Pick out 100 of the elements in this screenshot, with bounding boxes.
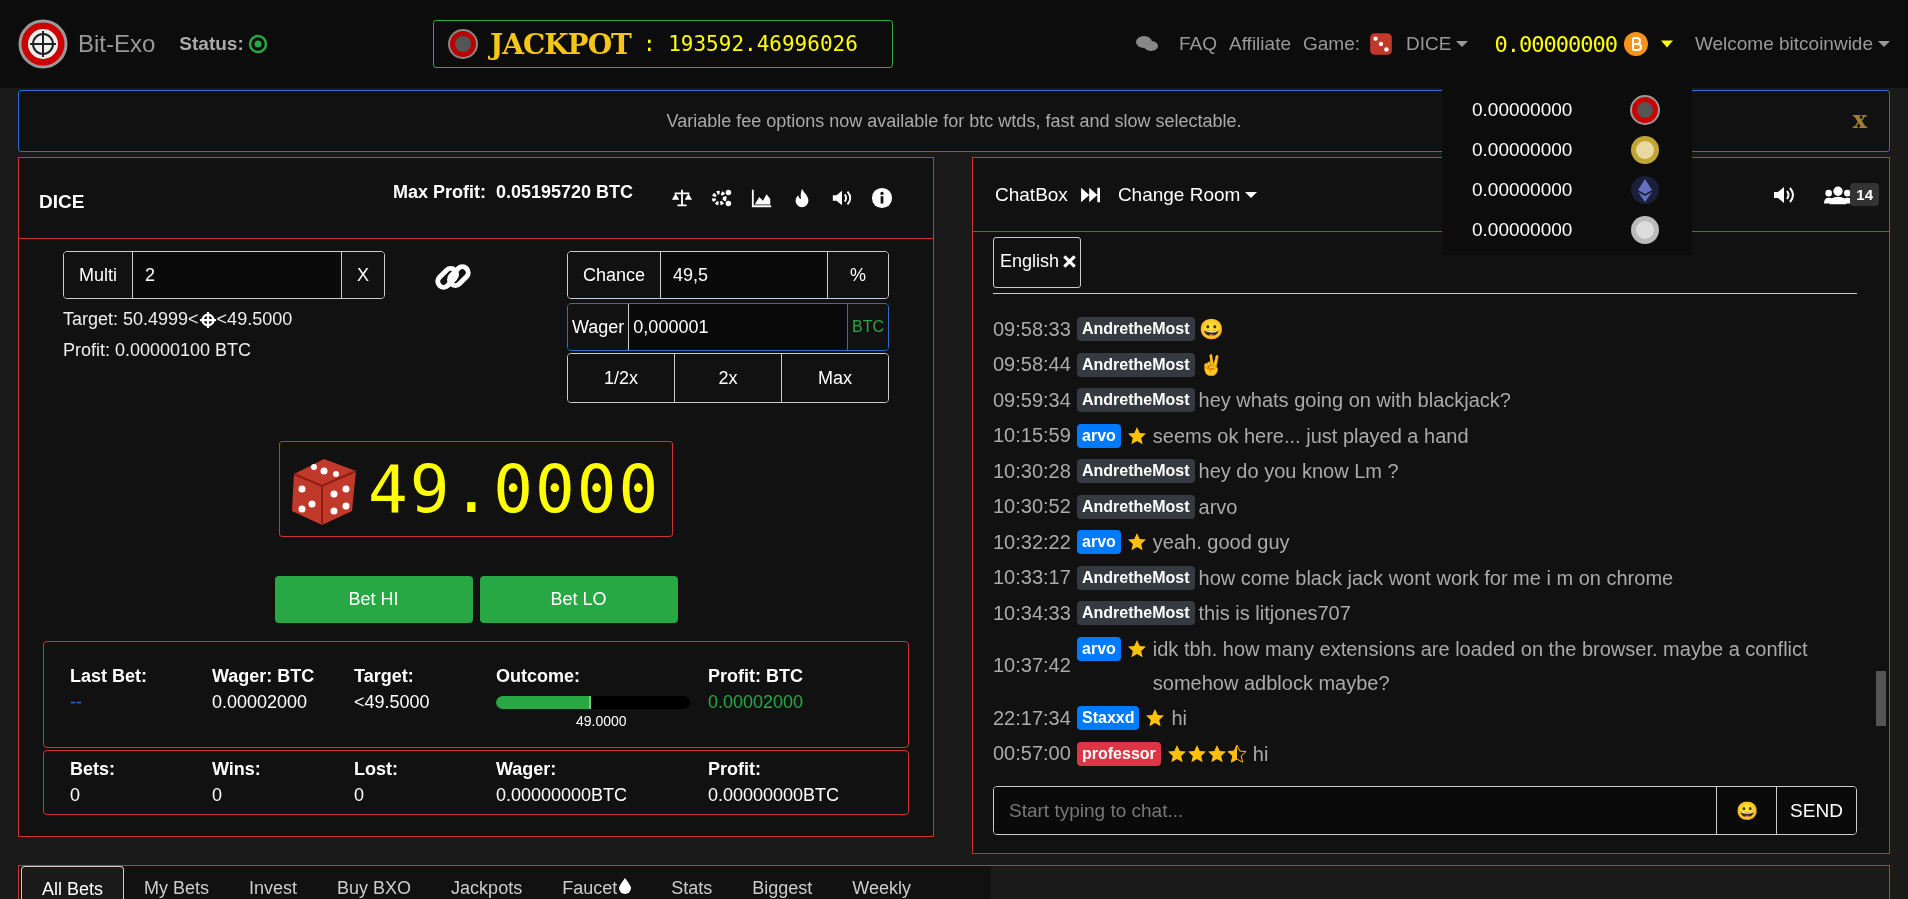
room-dropdown[interactable]: Change Room <box>1117 183 1258 206</box>
tab[interactable]: My Bets <box>124 866 230 899</box>
scale-icon[interactable] <box>671 187 693 209</box>
scrollbar-thumb[interactable] <box>1876 671 1886 726</box>
caret-icon[interactable] <box>1660 40 1673 48</box>
max-profit-value: 0.05195720 BTC <box>495 181 633 203</box>
outcome-value: 49.0000 <box>576 713 628 729</box>
target-text: Target: 50.4999< <49.5000 <box>63 309 294 330</box>
chat-icon[interactable] <box>1135 34 1159 54</box>
wager-field[interactable]: Wager 0,000001 BTC <box>567 303 889 351</box>
status-label: Status: <box>179 33 244 55</box>
close-icon[interactable] <box>1063 255 1077 268</box>
crosshair-icon <box>198 310 217 329</box>
message-text: how come black jack wont work for me i m on chrome <box>1198 565 1675 591</box>
drop-icon <box>619 878 632 894</box>
tab[interactable]: Faucet <box>542 866 652 899</box>
language-tag[interactable]: English <box>993 237 1082 288</box>
message-text: ✌ <box>1198 352 1225 378</box>
message-time: 09:58:33 <box>993 317 1072 341</box>
settings-icon[interactable] <box>711 187 733 209</box>
balance-amount: 0.00000000 <box>1494 31 1617 57</box>
faq-link[interactable]: FAQ <box>1179 33 1217 55</box>
stat-value: 0.00002000 <box>708 692 805 713</box>
message-time: 10:33:17 <box>993 566 1072 589</box>
field-label: Chance <box>568 252 662 298</box>
game-label: Game: <box>1303 33 1360 55</box>
user-tag[interactable]: AndretheMost <box>1077 388 1195 412</box>
fast-forward-icon[interactable] <box>1079 185 1102 204</box>
send-button[interactable]: SEND <box>1776 787 1856 834</box>
stat-label: Target: <box>354 666 415 687</box>
affiliate-link[interactable]: Affiliate <box>1229 33 1291 55</box>
user-tag[interactable]: AndretheMost <box>1077 565 1195 590</box>
chart-icon[interactable] <box>751 187 773 209</box>
balance-value[interactable]: 0.00000000 <box>1472 219 1573 241</box>
online-count: 14 <box>1850 183 1879 206</box>
stat-label: Wager: BTC <box>212 666 316 687</box>
tab[interactable]: All Bets <box>21 866 125 899</box>
bet-link[interactable]: -- <box>70 692 212 713</box>
message-time: 00:57:00 <box>993 742 1072 765</box>
user-tag[interactable]: Staxxd <box>1077 706 1140 730</box>
user-tag[interactable]: AndretheMost <box>1077 494 1195 519</box>
user-tag[interactable]: arvo <box>1077 636 1121 661</box>
message-text: hi <box>1171 706 1189 731</box>
emoji-button[interactable]: 😀 <box>1716 787 1776 834</box>
stat-label: Profit: BTC <box>708 666 804 687</box>
user-tag[interactable]: arvo <box>1077 423 1121 448</box>
half-star-icon <box>1226 743 1247 764</box>
tab[interactable]: Buy BXO <box>317 866 432 899</box>
stat-label: Bets: <box>70 759 116 780</box>
stat-label: Last Bet: <box>70 666 148 687</box>
field-unit: BTC <box>847 304 888 350</box>
user-tag[interactable]: AndretheMost <box>1077 317 1195 341</box>
message-text: this is litjones707 <box>1198 601 1352 626</box>
dice-icon <box>1368 31 1394 57</box>
message-time: 10:30:28 <box>993 459 1072 483</box>
roll-result: 49.0000 <box>368 450 661 528</box>
chat-input[interactable]: Start typing to chat... 😀 SEND <box>993 786 1857 835</box>
message-text: yeah. good guy <box>1152 530 1291 555</box>
stat-label: Wins: <box>212 759 262 780</box>
message-text: hi <box>1252 741 1270 767</box>
tab[interactable]: Invest <box>229 866 318 899</box>
message-time: 10:32:22 <box>993 530 1072 554</box>
stat-value: 0.00000000BTC <box>708 785 841 806</box>
multiplier-field[interactable]: Multi 2 X <box>63 251 385 299</box>
brand-name[interactable]: Bit-Exo <box>78 30 156 58</box>
user-menu[interactable]: Welcome bitcoinwide <box>1694 33 1890 55</box>
status-icon <box>247 34 268 54</box>
field-unit: X <box>341 252 384 298</box>
user-tag[interactable]: AndretheMost <box>1077 459 1195 483</box>
close-button[interactable]: x <box>1848 105 1871 134</box>
bitcoin-icon <box>1622 31 1649 57</box>
tab[interactable]: Biggest <box>732 866 833 899</box>
user-tag[interactable]: AndretheMost <box>1077 601 1195 625</box>
jackpot-amount: : 193592.46996026 <box>642 32 858 56</box>
field-unit: % <box>827 252 888 298</box>
info-icon[interactable] <box>871 187 893 209</box>
stat-value: 0 <box>70 785 81 806</box>
stat-value: <49.5000 <box>354 692 431 713</box>
user-tag[interactable]: AndretheMost <box>1077 352 1195 377</box>
wager-button[interactable]: 1/2x <box>568 354 675 402</box>
balance-value[interactable]: 0.00000000 <box>1472 179 1573 201</box>
game-dropdown[interactable]: DICE <box>1406 33 1469 55</box>
field-label: Wager <box>568 304 630 350</box>
message-time: 10:37:42 <box>993 654 1072 677</box>
chance-field[interactable]: Chance 49,5 % <box>567 251 889 299</box>
panel-title: DICE <box>39 191 85 213</box>
profit-text: Profit: 0.00000100 BTC <box>63 340 253 361</box>
balance-value[interactable]: 0.00000000 <box>1472 139 1573 161</box>
user-tag[interactable]: professor <box>1077 741 1161 766</box>
balance-value[interactable]: 0.00000000 <box>1472 99 1573 121</box>
stat-label: Wager: <box>496 759 558 780</box>
max-profit-label: Max Profit: <box>392 181 486 203</box>
tab[interactable]: Stats <box>651 866 733 899</box>
tab[interactable]: Jackpots <box>431 866 543 899</box>
tab[interactable]: Weekly <box>832 866 931 899</box>
logo-icon <box>18 19 68 69</box>
user-tag[interactable]: arvo <box>1077 530 1121 554</box>
stat-value: 0.00000000BTC <box>496 785 629 806</box>
stat-value: 0.00002000 <box>212 692 309 713</box>
stat-value: 0 <box>354 785 365 806</box>
